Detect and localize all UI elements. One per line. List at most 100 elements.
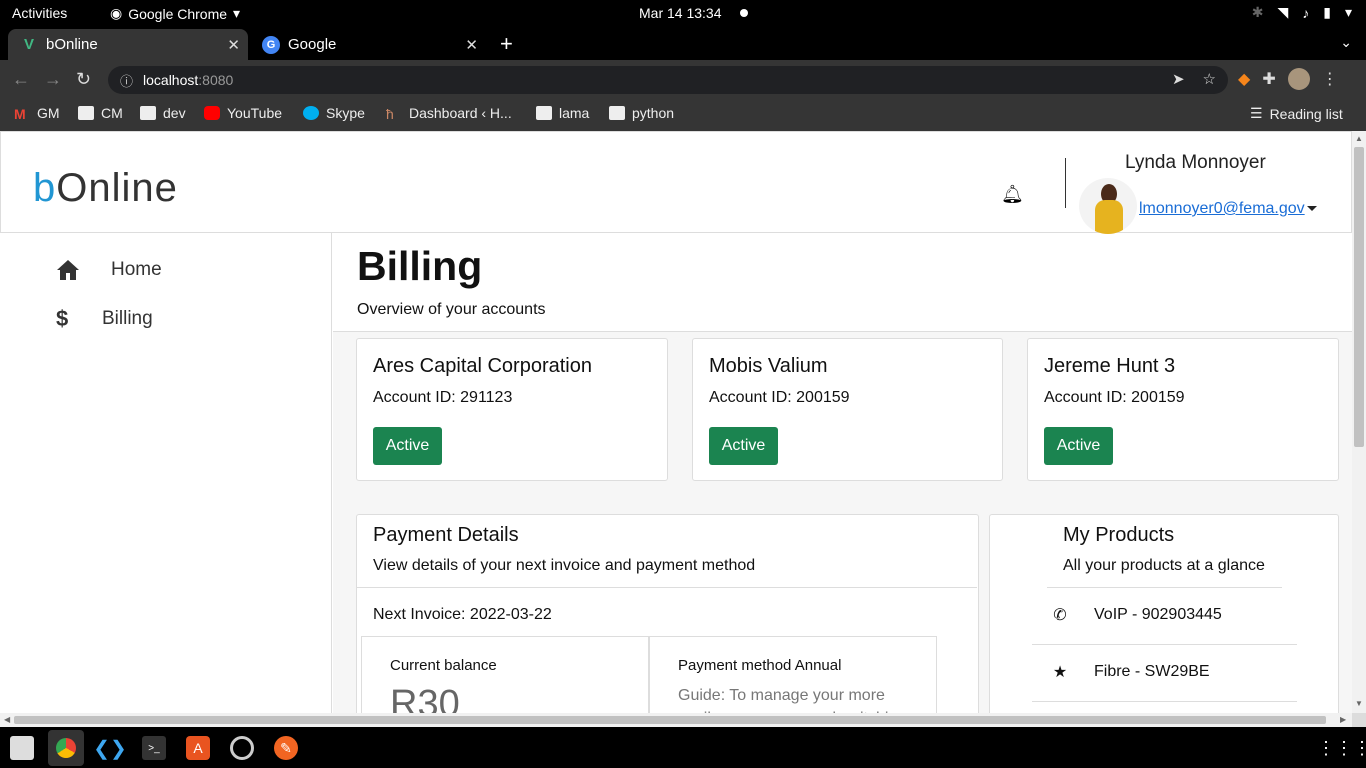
back-icon[interactable]: ← xyxy=(12,69,30,90)
terminal-icon[interactable]: >_ xyxy=(142,736,166,760)
bookmark-skype[interactable]: Skype xyxy=(303,105,365,121)
tab-google[interactable]: G Google ✕ xyxy=(250,29,486,60)
puzzle-icon[interactable]: ✚ xyxy=(1262,69,1275,89)
close-icon[interactable]: ✕ xyxy=(465,36,478,54)
profile-avatar[interactable] xyxy=(1287,68,1310,90)
system-tray[interactable]: ✱ ◥ ♪ ▮ ▾ xyxy=(1252,4,1352,21)
app-grid-icon[interactable]: ⋮⋮⋮ xyxy=(1317,736,1366,760)
forward-icon[interactable]: → xyxy=(44,69,62,90)
payment-details-card: Payment Details View details of your nex… xyxy=(356,514,979,713)
user-name: Lynda Monnoyer xyxy=(1125,152,1266,173)
tab-bonline[interactable]: V bOnline ✕ xyxy=(8,29,248,60)
chrome-icon: ◉ xyxy=(110,5,123,21)
product-row[interactable]: ✆ VoIP - 902903445 xyxy=(1032,605,1222,625)
system-top-bar: Activities ◉ Google Chrome ▾ Mar 14 13:3… xyxy=(0,0,1366,27)
scrollbar-thumb[interactable] xyxy=(1354,147,1364,447)
account-name: Jereme Hunt 3 xyxy=(1044,355,1176,377)
page-title: Billing xyxy=(357,243,483,289)
settings-icon[interactable] xyxy=(230,736,254,760)
app-menu[interactable]: ◉ Google Chrome ▾ xyxy=(110,5,240,22)
app-header: bOnline 🔔︎ Lynda Monnoyer lmonnoyer0@fem… xyxy=(0,132,1352,234)
folder-icon xyxy=(140,106,156,120)
home-icon xyxy=(57,260,79,280)
folder-icon xyxy=(536,106,552,120)
reading-list[interactable]: ☰ Reading list xyxy=(1250,105,1343,122)
dollar-icon: $ xyxy=(56,306,69,331)
status-badge[interactable]: Active xyxy=(373,427,442,465)
chevron-down-icon[interactable] xyxy=(1307,206,1317,211)
chrome-taskbar-icon[interactable] xyxy=(48,730,84,766)
send-icon[interactable]: ➤ xyxy=(1172,70,1185,88)
address-bar[interactable]: ⓘ localhost:8080 ➤ ☆ xyxy=(108,66,1228,94)
software-center-icon[interactable]: A xyxy=(186,736,210,760)
bookmark-dev[interactable]: dev xyxy=(140,105,186,121)
folder-icon xyxy=(609,106,625,120)
scroll-up-arrow-icon[interactable]: ▲ xyxy=(1355,134,1363,143)
account-id: Account ID: 291123 xyxy=(373,389,513,406)
user-avatar[interactable] xyxy=(1079,178,1137,234)
notification-dot xyxy=(740,9,748,17)
bonline-logo[interactable]: bOnline xyxy=(33,166,178,211)
page-viewport: bOnline 🔔︎ Lynda Monnoyer lmonnoyer0@fem… xyxy=(0,131,1352,713)
product-row[interactable]: ★ Fibre - SW29BE xyxy=(1032,662,1210,682)
account-id: Account ID: 200159 xyxy=(1044,389,1185,406)
account-card[interactable]: Mobis Valium Account ID: 200159 Active xyxy=(692,338,1003,481)
page-subtitle: Overview of your accounts xyxy=(357,301,546,318)
battery-icon: ▮ xyxy=(1323,4,1331,20)
scroll-left-arrow-icon[interactable]: ◀ xyxy=(4,715,10,724)
vscode-icon[interactable]: ❮❯ xyxy=(93,736,127,760)
metamask-icon[interactable]: ◆ xyxy=(1238,69,1250,89)
sidebar-item-label: Home xyxy=(111,259,162,280)
status-badge[interactable]: Active xyxy=(1044,427,1113,465)
clock[interactable]: Mar 14 13:34 xyxy=(639,5,722,21)
account-card[interactable]: Jereme Hunt 3 Account ID: 200159 Active xyxy=(1027,338,1339,481)
horizontal-scrollbar[interactable]: ◀ ▶ xyxy=(0,713,1352,727)
wifi-icon: ◥ xyxy=(1277,4,1289,20)
youtube-icon xyxy=(204,106,220,120)
divider xyxy=(1032,701,1297,702)
scrollbar-thumb[interactable] xyxy=(14,716,1326,724)
tab-search-chevron-icon[interactable]: ⌄ xyxy=(1340,34,1352,51)
phone-icon: ✆ xyxy=(1053,607,1067,624)
tab-title: bOnline xyxy=(46,36,98,53)
bookmark-star-icon[interactable]: ☆ xyxy=(1203,70,1216,88)
bell-icon[interactable]: 🔔︎ xyxy=(1001,184,1024,205)
menu-icon[interactable]: ⋮ xyxy=(1322,69,1338,89)
account-card[interactable]: Ares Capital Corporation Account ID: 291… xyxy=(356,338,668,481)
account-id: Account ID: 200159 xyxy=(709,389,850,406)
url-text: localhost:8080 xyxy=(143,72,234,88)
status-badge[interactable]: Active xyxy=(709,427,778,465)
header-divider xyxy=(1065,158,1066,208)
scroll-down-arrow-icon[interactable]: ▼ xyxy=(1355,699,1363,708)
card-subtitle: View details of your next invoice and pa… xyxy=(373,557,756,574)
bookmark-cm[interactable]: CM xyxy=(78,105,123,121)
files-icon[interactable] xyxy=(10,736,34,760)
card-title: Payment Details xyxy=(373,524,519,546)
sidebar-item-billing[interactable]: $ Billing xyxy=(56,306,153,332)
page-header: Billing Overview of your accounts xyxy=(333,233,1352,332)
bookmark-lama[interactable]: lama xyxy=(536,105,589,121)
activities-button[interactable]: Activities xyxy=(12,5,67,21)
reload-icon[interactable]: ↻ xyxy=(76,69,91,90)
gmail-icon: M xyxy=(14,106,26,122)
divider xyxy=(1047,587,1282,588)
postman-icon[interactable]: ✎ xyxy=(274,736,298,760)
bookmark-python[interactable]: python xyxy=(609,105,674,121)
bookmark-gm[interactable]: M GM xyxy=(14,105,60,122)
tab-title: Google xyxy=(288,36,337,53)
scroll-right-arrow-icon[interactable]: ▶ xyxy=(1340,715,1346,724)
star-icon: ★ xyxy=(1052,664,1068,681)
divider xyxy=(1032,644,1297,645)
scrollbar-corner xyxy=(1352,713,1366,727)
close-icon[interactable]: ✕ xyxy=(227,36,240,54)
user-email-link[interactable]: lmonnoyer0@fema.gov xyxy=(1139,200,1305,218)
vertical-scrollbar[interactable]: ▲ ▼ xyxy=(1352,131,1366,713)
site-info-icon[interactable]: ⓘ xyxy=(120,71,133,90)
bookmark-dashboard[interactable]: ħ Dashboard ‹ H... xyxy=(386,105,512,122)
sidebar-item-home[interactable]: Home xyxy=(56,259,162,281)
folder-icon xyxy=(78,106,94,120)
bookmark-youtube[interactable]: YouTube xyxy=(204,105,282,121)
card-subtitle: All your products at a glance xyxy=(1063,557,1265,574)
new-tab-button[interactable]: + xyxy=(500,31,513,57)
skype-icon xyxy=(303,106,319,120)
